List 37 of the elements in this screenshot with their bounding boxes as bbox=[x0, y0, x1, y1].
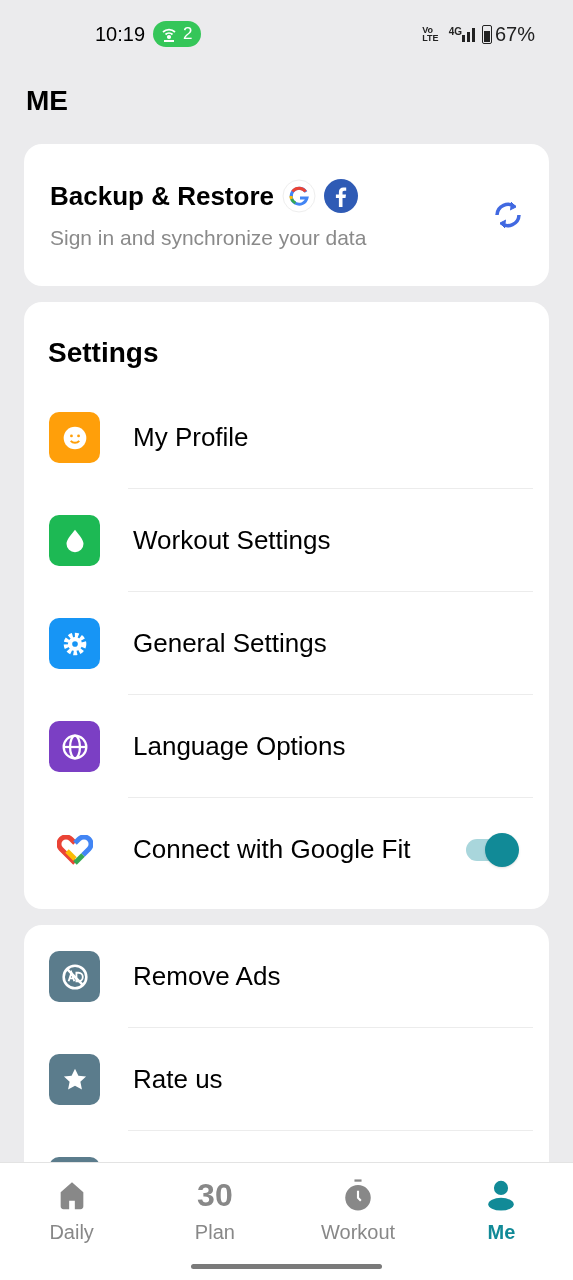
clock: 10:19 bbox=[95, 22, 146, 47]
volte-label: LTE bbox=[422, 34, 439, 42]
page-title: ME bbox=[25, 84, 69, 118]
card-subtitle: Sign in and synchronize your data bbox=[50, 224, 368, 251]
toggle-switch[interactable] bbox=[465, 832, 519, 867]
battery-percent: 67% bbox=[494, 22, 535, 47]
section-heading: Settings bbox=[47, 336, 160, 370]
settings-row[interactable]: Remove Ads bbox=[24, 925, 549, 1028]
row-label: Workout Settings bbox=[133, 524, 332, 557]
facebook-logo-icon bbox=[323, 179, 358, 214]
nav-tab[interactable]: Me bbox=[429, 1175, 573, 1247]
hotspot-count: 2 bbox=[183, 23, 193, 46]
heart-icon bbox=[56, 834, 93, 865]
card-title: Backup & Restore bbox=[50, 179, 274, 213]
volte-label: Vo bbox=[422, 26, 435, 34]
backup-card[interactable]: Backup & Restore Sign in and synchronize your data bbox=[24, 144, 549, 286]
battery-icon bbox=[481, 24, 492, 44]
row-label: Rate us bbox=[133, 1063, 224, 1096]
row-label: Remove Ads bbox=[133, 960, 282, 993]
network-label: 4G bbox=[448, 25, 462, 39]
row-label: General Settings bbox=[133, 627, 328, 660]
row-label: Connect with Google Fit bbox=[133, 833, 412, 866]
row-label: Language Options bbox=[133, 730, 347, 763]
google-logo-icon bbox=[281, 179, 316, 214]
nav-tab[interactable]: Daily bbox=[0, 1175, 144, 1247]
nav-tab[interactable]: Workout bbox=[286, 1175, 430, 1247]
settings-row[interactable]: My Profile bbox=[24, 386, 549, 489]
settings-row[interactable]: Workout Settings bbox=[24, 489, 549, 592]
hotspot-icon bbox=[161, 26, 178, 42]
settings-row[interactable]: General Settings bbox=[24, 592, 549, 695]
settings-row[interactable]: Connect with Google Fit bbox=[24, 798, 549, 901]
row-label: My Profile bbox=[133, 421, 250, 454]
settings-row[interactable]: Rate us bbox=[24, 1028, 549, 1131]
settings-row[interactable]: Language Options bbox=[24, 695, 549, 798]
nav-tab[interactable]: 30 Plan bbox=[143, 1175, 287, 1247]
signal-icon bbox=[461, 26, 478, 42]
plan-icon: 30 bbox=[197, 1175, 233, 1215]
